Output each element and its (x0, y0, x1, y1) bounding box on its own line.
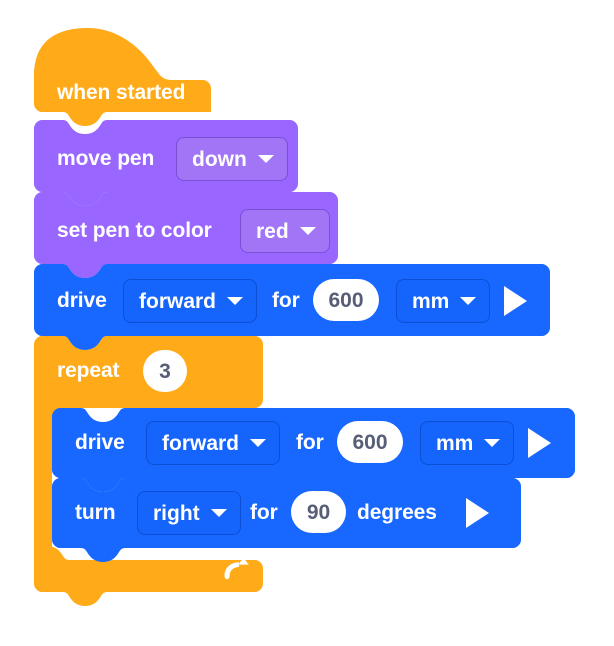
turn-angle-input[interactable]: 90 (291, 491, 346, 533)
run-block-play-icon[interactable] (528, 428, 551, 458)
chevron-down-icon (299, 227, 316, 235)
run-block-play-icon[interactable] (504, 286, 527, 316)
drive-direction-value: forward (162, 431, 240, 455)
chevron-down-icon (210, 509, 227, 517)
pen-position-value: down (192, 147, 247, 171)
chevron-down-icon (460, 297, 477, 305)
drive-label: drive (57, 289, 107, 312)
when-started-label: when started (57, 81, 186, 104)
drive-distance-input[interactable]: 600 (313, 279, 379, 321)
loop-arrow-icon (224, 558, 249, 580)
turn-direction-value: right (153, 501, 200, 525)
drive-direction-value: forward (139, 289, 217, 313)
repeat-label: repeat (57, 359, 120, 382)
drive-units-dropdown[interactable]: mm (396, 279, 491, 323)
turn-direction-dropdown[interactable]: right (137, 491, 241, 535)
drive-units-value: mm (412, 289, 450, 313)
repeat-block-inner-wall (34, 400, 52, 568)
chevron-down-icon (250, 439, 267, 447)
pen-color-value: red (256, 219, 289, 243)
chevron-down-icon (227, 297, 244, 305)
drive-units-dropdown[interactable]: mm (420, 421, 515, 465)
drive-label: drive (75, 431, 125, 454)
drive-direction-dropdown[interactable]: forward (123, 279, 258, 323)
turn-label: turn (75, 501, 116, 524)
when-started-block-shape[interactable] (34, 28, 211, 126)
chevron-down-icon (484, 439, 501, 447)
drive-direction-dropdown[interactable]: forward (146, 421, 281, 465)
drive-for-label: for (296, 431, 324, 454)
drive-for-label: for (272, 289, 300, 312)
repeat-count-input[interactable]: 3 (143, 350, 187, 392)
chevron-down-icon (257, 155, 274, 163)
drive-units-value: mm (436, 431, 474, 455)
pen-position-dropdown[interactable]: down (176, 137, 288, 181)
block-workspace[interactable]: when started move pen down set pen to co… (0, 0, 614, 646)
move-pen-label: move pen (57, 147, 155, 170)
drive-distance-input[interactable]: 600 (337, 421, 403, 463)
turn-inner-block-shape[interactable] (52, 478, 521, 562)
turn-for-label: for (250, 501, 278, 524)
turn-degrees-label: degrees (357, 501, 437, 524)
set-pen-to-color-label: set pen to color (57, 219, 212, 242)
pen-color-dropdown[interactable]: red (240, 209, 330, 253)
run-block-play-icon[interactable] (466, 498, 489, 528)
